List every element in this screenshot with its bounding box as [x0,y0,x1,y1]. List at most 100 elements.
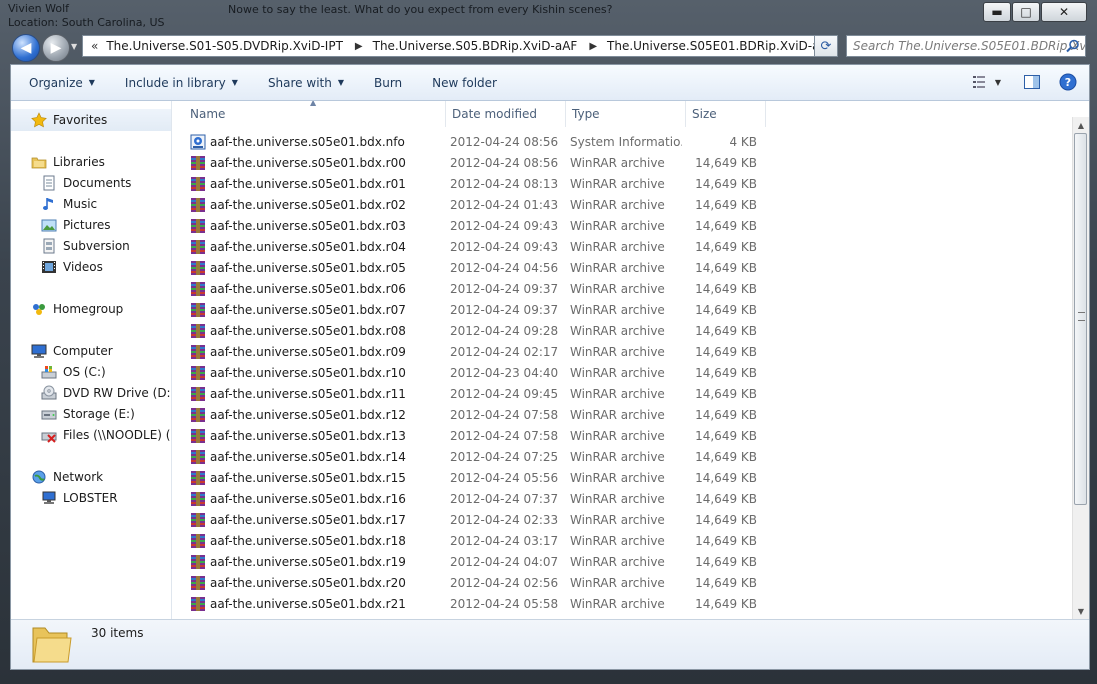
forward-button[interactable]: ▶ [42,34,70,62]
table-row[interactable]: aaf-the.universe.s05e01.bdx.r16 2012-04-2… [172,489,1072,510]
column-header-type[interactable]: Type [566,101,686,127]
address-segment-0[interactable]: The.Universe.S01-S05.DVDRip.XviD-IPT [106,39,343,53]
column-header-size[interactable]: Size [686,101,766,127]
file-name: aaf-the.universe.s05e01.bdx.nfo [210,135,405,149]
table-row[interactable]: aaf-the.universe.s05e01.bdx.r10 2012-04-2… [172,363,1072,384]
table-row[interactable]: aaf-the.universe.s05e01.bdx.r03 2012-04-2… [172,216,1072,237]
file-name: aaf-the.universe.s05e01.bdx.r03 [210,219,406,233]
nav-documents-label: Documents [63,176,132,190]
table-row[interactable]: aaf-the.universe.s05e01.bdx.r18 2012-04-2… [172,531,1072,552]
organize-menu[interactable]: Organize ▼ [11,65,110,100]
back-arrow-icon: ◀ [20,40,32,56]
file-name: aaf-the.universe.s05e01.bdx.r17 [210,513,406,527]
file-type: WinRAR archive [570,492,665,506]
file-size: 14,649 KB [695,219,757,233]
view-options-dropdown[interactable]: ▼ [991,72,1005,92]
address-bar[interactable]: « The.Universe.S01-S05.DVDRip.XviD-IPT ▶… [82,35,825,57]
table-row[interactable]: aaf-the.universe.s05e01.bdx.r17 2012-04-2… [172,510,1072,531]
nav-lobster[interactable]: LOBSTER [41,488,118,508]
vertical-scrollbar[interactable]: ▲ ▼ [1072,117,1089,619]
nav-homegroup-label: Homegroup [53,302,124,316]
search-input[interactable]: Search The.Universe.S05E01.BDRip.Xvi... [846,35,1086,57]
include-in-library-menu[interactable]: Include in library ▼ [110,65,253,100]
table-row[interactable]: aaf-the.universe.s05e01.bdx.r14 2012-04-2… [172,447,1072,468]
change-view-button[interactable] [969,72,991,92]
maximize-button[interactable]: □ [1012,2,1040,22]
system-info-file-icon [190,134,206,150]
column-header-name[interactable]: Name [184,101,446,127]
nav-videos[interactable]: Videos [41,257,103,277]
chevron-down-icon: ▼ [337,78,344,87]
table-row[interactable]: aaf-the.universe.s05e01.bdx.nfo 2012-04-2… [172,132,1072,153]
nav-subversion[interactable]: Subversion [41,236,130,256]
share-with-menu[interactable]: Share with ▼ [253,65,359,100]
nav-computer[interactable]: Computer [31,341,113,361]
table-row[interactable]: aaf-the.universe.s05e01.bdx.r05 2012-04-2… [172,258,1072,279]
search-icon[interactable] [1065,38,1081,54]
preview-pane-button[interactable] [1021,72,1043,92]
chevron-down-icon: ▼ [231,78,238,87]
table-row[interactable]: aaf-the.universe.s05e01.bdx.r11 2012-04-2… [172,384,1072,405]
table-row[interactable]: aaf-the.universe.s05e01.bdx.r04 2012-04-2… [172,237,1072,258]
nav-libraries[interactable]: Libraries [31,152,105,172]
file-size: 14,649 KB [695,156,757,170]
nav-os-drive[interactable]: OS (C:) [41,362,106,382]
nav-favorites[interactable]: Favorites [31,110,107,130]
address-segment-1[interactable]: The.Universe.S05.BDRip.XviD-aAF [373,39,578,53]
help-button[interactable]: ? [1057,72,1079,92]
nav-dvd-label: DVD RW Drive (D:) [63,386,172,400]
scroll-down-arrow-icon[interactable]: ▼ [1073,603,1089,619]
file-size: 14,649 KB [695,240,757,254]
table-row[interactable]: aaf-the.universe.s05e01.bdx.r20 2012-04-2… [172,573,1072,594]
table-row[interactable]: aaf-the.universe.s05e01.bdx.r00 2012-04-2… [172,153,1072,174]
nav-pictures[interactable]: Pictures [41,215,111,235]
nav-homegroup[interactable]: Homegroup [31,299,123,319]
table-row[interactable]: aaf-the.universe.s05e01.bdx.r13 2012-04-2… [172,426,1072,447]
nav-network[interactable]: Network [31,467,103,487]
refresh-button[interactable]: ⟳ [814,35,838,57]
nav-dvd-drive[interactable]: DVD RW Drive (D:) [41,383,172,403]
file-size: 14,649 KB [695,261,757,275]
address-overflow[interactable]: « [91,39,98,53]
file-name: aaf-the.universe.s05e01.bdx.r19 [210,555,406,569]
burn-button[interactable]: Burn [359,65,417,100]
table-row[interactable]: aaf-the.universe.s05e01.bdx.r08 2012-04-2… [172,321,1072,342]
recent-pages-dropdown[interactable]: ▼ [71,42,77,51]
file-name: aaf-the.universe.s05e01.bdx.r18 [210,534,406,548]
nav-storage-drive[interactable]: Storage (E:) [41,404,135,424]
table-row[interactable]: aaf-the.universe.s05e01.bdx.r21 2012-04-2… [172,594,1072,615]
close-button[interactable]: ✕ [1041,2,1087,22]
file-name: aaf-the.universe.s05e01.bdx.r10 [210,366,406,380]
table-row[interactable]: aaf-the.universe.s05e01.bdx.r19 2012-04-2… [172,552,1072,573]
nav-network-drive[interactable]: Files (\\NOODLE) (Z [41,425,171,445]
winrar-archive-icon [190,428,206,444]
chevron-right-icon[interactable]: ▶ [355,41,363,52]
table-row[interactable]: aaf-the.universe.s05e01.bdx.r12 2012-04-2… [172,405,1072,426]
scroll-thumb[interactable] [1074,133,1087,505]
new-folder-button[interactable]: New folder [417,65,512,100]
file-name: aaf-the.universe.s05e01.bdx.r01 [210,177,406,191]
table-row[interactable]: aaf-the.universe.s05e01.bdx.r01 2012-04-2… [172,174,1072,195]
table-row[interactable]: aaf-the.universe.s05e01.bdx.r09 2012-04-2… [172,342,1072,363]
winrar-archive-icon [190,239,206,255]
back-button[interactable]: ◀ [12,34,40,62]
scroll-up-arrow-icon[interactable]: ▲ [1073,117,1089,133]
file-date: 2012-04-24 07:37 ... [450,492,562,506]
table-row[interactable]: aaf-the.universe.s05e01.bdx.r06 2012-04-2… [172,279,1072,300]
address-segment-2[interactable]: The.Universe.S05E01.BDRip.XviD-aAF [607,39,824,53]
nav-music[interactable]: Music [41,194,97,214]
burn-label: Burn [374,75,403,90]
nav-documents[interactable]: Documents [41,173,131,193]
column-header-date[interactable]: Date modified [446,101,566,127]
minimize-button[interactable]: ▬ [983,2,1011,22]
chevron-right-icon[interactable]: ▶ [589,41,597,52]
table-row[interactable]: aaf-the.universe.s05e01.bdx.r07 2012-04-2… [172,300,1072,321]
table-row[interactable]: aaf-the.universe.s05e01.bdx.r15 2012-04-2… [172,468,1072,489]
file-name: aaf-the.universe.s05e01.bdx.r12 [210,408,406,422]
column-size-label: Size [692,107,717,121]
file-size: 14,649 KB [695,597,757,611]
table-row[interactable]: aaf-the.universe.s05e01.bdx.r02 2012-04-2… [172,195,1072,216]
network-computer-icon [42,491,56,504]
file-size: 14,649 KB [695,534,757,548]
column-headers: ▲ Name Date modified Type Size [172,101,1072,127]
